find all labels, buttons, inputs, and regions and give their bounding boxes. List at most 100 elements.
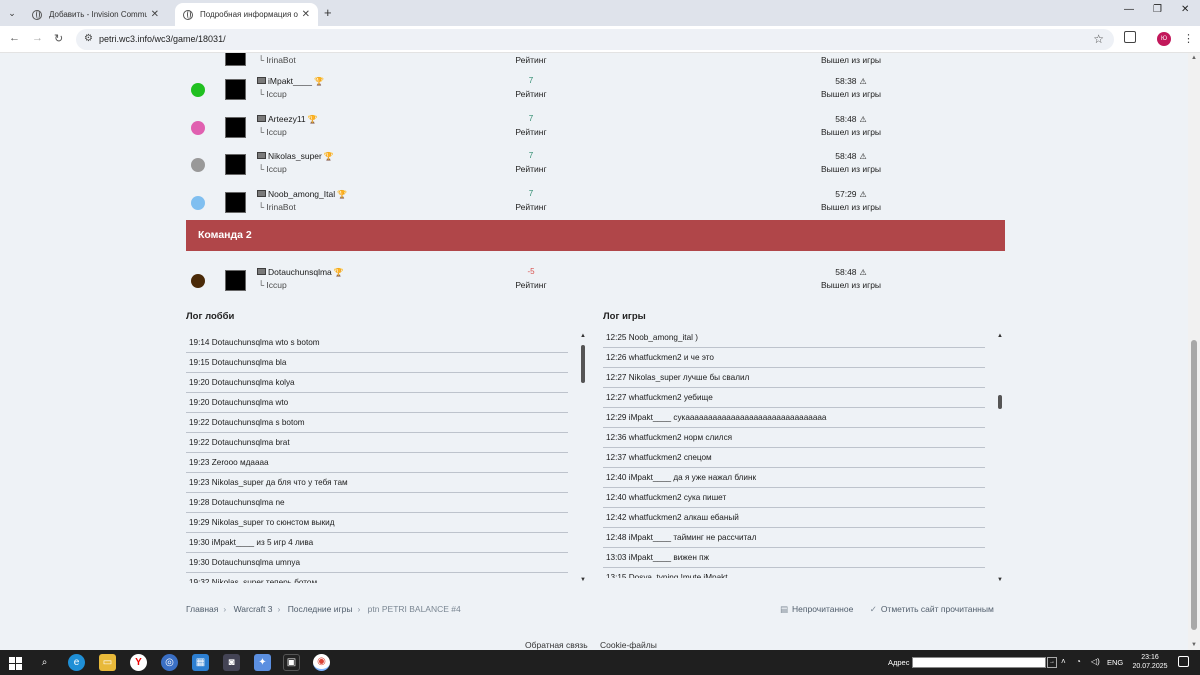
scroll-down-icon[interactable]: ▼ [580,577,586,583]
back-icon[interactable]: ← [9,32,20,44]
player-name[interactable]: iMpakt____ [268,76,312,86]
app-icon[interactable]: ▦ [192,654,209,671]
check-icon: ✓ [869,604,877,614]
hero-portrait[interactable] [225,154,246,175]
breadcrumb-warcraft3[interactable]: Warcraft 3 [234,604,273,614]
new-tab-button[interactable]: + [324,5,332,20]
player-name-wrap: Noob_among_Ital 🏆 [268,189,347,199]
player-name[interactable]: Arteezy11 [268,114,306,124]
profile-avatar[interactable]: Ю [1157,32,1171,46]
cookies-link[interactable]: Cookie-файлы [600,640,657,650]
leave-time-value: 58:48 [835,113,857,124]
page-scrollbar-thumb[interactable] [1191,340,1197,630]
lobby-log[interactable]: 19:14 Dotauchunsqlma wto s botom 19:15 Do… [186,333,568,583]
scroll-up-icon[interactable]: ▲ [1191,55,1197,61]
scrollbar-thumb[interactable] [998,395,1002,409]
file-explorer-icon[interactable]: ▭ [99,654,116,671]
player-status: Вышел из игры [820,164,882,174]
log-row: 19:20 Dotauchunsqlma wto [186,393,568,413]
breadcrumb-home[interactable]: Главная [186,604,218,614]
log-row: 19:23 Zerooo мдаааа [186,453,568,473]
app-icon[interactable]: ✦ [254,654,271,671]
restore-icon[interactable]: ❐ [1153,4,1162,15]
chevron-up-icon[interactable]: ˄ [1061,657,1066,666]
scroll-up-icon[interactable]: ▲ [580,333,586,339]
player-color-dot [191,158,205,172]
hero-portrait[interactable] [225,270,246,291]
leave-time-value: 58:48 [835,151,857,161]
menu-dots-icon[interactable]: ⋮ [1183,32,1194,45]
breadcrumb-current[interactable]: ptn PETRI BALANCE #4 [368,604,461,614]
address-bar[interactable]: ⚙ petri.wc3.info/wc3/game/18031/ ☆ [76,29,1114,50]
player-name[interactable]: Nikolas_super [268,151,322,161]
lobby-log-scrollbar[interactable]: ▲ ▼ [580,333,588,583]
log-row: 19:29 Nikolas_super то сюнстом выкид [186,513,568,533]
edge-icon[interactable]: e [68,654,85,671]
player-name[interactable]: Noob_among_Ital [268,189,335,199]
hero-portrait[interactable] [225,116,246,138]
tab-invision[interactable]: Добавить - Invision Community ✕ [24,3,167,26]
player-source: └ Iccup [258,89,287,99]
unread-link[interactable]: Непрочитанное [792,604,853,614]
footer-links: Обратная связь Cookie-файлы [525,640,657,650]
scrollbar-thumb[interactable] [581,345,585,383]
close-icon[interactable]: ✕ [302,9,310,20]
rating-label: Рейтинг [515,280,547,290]
close-icon[interactable]: ✕ [151,9,159,20]
log-row: 12:42 whatfuckmen2 алкаш ебаный [603,508,985,528]
app-icon[interactable]: ◎ [161,654,178,671]
log-row: 12:36 whatfuckmen2 норм слился [603,428,985,448]
bookmark-star-icon[interactable]: ☆ [1093,32,1104,46]
tab-game-details[interactable]: Подробная информация о пр ✕ [175,3,318,26]
rating-value: -5 [527,267,535,276]
hero-portrait [225,53,246,66]
log-row: 12:48 iMpakt____ тайминг не рассчитал [603,528,985,548]
forward-icon[interactable]: → [32,32,43,44]
player-name[interactable]: Dotauchunsqlma [268,267,332,277]
leave-time: 58:48 ⚠ [816,114,886,124]
mark-read-link[interactable]: Отметить сайт прочитанным [881,604,994,614]
hero-portrait[interactable] [225,79,246,100]
volume-icon[interactable]: ◁) [1091,657,1100,666]
network-icon[interactable]: ◔ [1076,657,1081,666]
lobby-log-title: Лог лобби [186,311,235,322]
extensions-icon[interactable] [1124,31,1136,43]
game-log-scrollbar[interactable]: ▲ ▼ [997,333,1005,583]
scroll-down-icon[interactable]: ▼ [997,577,1003,583]
browser-toolbar: ← → ↻ ⚙ petri.wc3.info/wc3/game/18031/ ☆ [0,26,1200,53]
game-log[interactable]: 12:25 Noob_among_ital ) 12:26 whatfuckmen… [603,328,985,578]
camera-icon[interactable]: ◙ [223,654,240,671]
player-color-dot [191,195,205,210]
reload-icon[interactable]: ↻ [54,32,63,45]
tab-search-button[interactable]: ⌄ [4,5,20,21]
player-source-name: Iccup [266,126,287,137]
rating-label: Рейтинг [515,55,547,65]
warcraft-icon[interactable]: ▣ [283,654,300,671]
close-window-icon[interactable]: ✕ [1181,4,1189,15]
player-source: └ Iccup [258,126,287,137]
yandex-icon[interactable]: Y [130,654,147,671]
scroll-up-icon[interactable]: ▲ [997,333,1003,339]
chrome-icon[interactable]: ◉ [313,654,330,671]
breadcrumb-separator: › [357,604,361,614]
flag-icon [257,77,266,84]
rating-value: 7 [528,76,534,85]
address-go-button[interactable]: → [1047,657,1057,668]
address-toolbar-input[interactable] [912,657,1046,668]
clock[interactable]: 23:16 20.07.2025 [1130,653,1170,671]
breadcrumb-recent-games[interactable]: Последние игры [288,604,353,614]
windows-start-icon[interactable] [8,656,22,670]
clock-time: 23:16 [1141,654,1159,661]
player-source: └ IrinaBot [258,201,296,212]
language-indicator[interactable]: ENG [1107,658,1123,667]
page-scrollbar[interactable]: ▲ ▼ [1188,53,1200,650]
notification-icon[interactable] [1178,656,1189,667]
hero-portrait[interactable] [225,191,246,213]
rating-label: Рейтинг [515,201,547,212]
search-icon[interactable]: ⌕ [36,654,53,671]
minimize-icon[interactable]: — [1124,4,1134,15]
site-info-icon[interactable]: ⚙ [84,33,93,44]
warning-icon: ⚠ [859,189,867,199]
scroll-down-icon[interactable]: ▼ [1191,642,1197,648]
feedback-link[interactable]: Обратная связь [525,640,588,650]
